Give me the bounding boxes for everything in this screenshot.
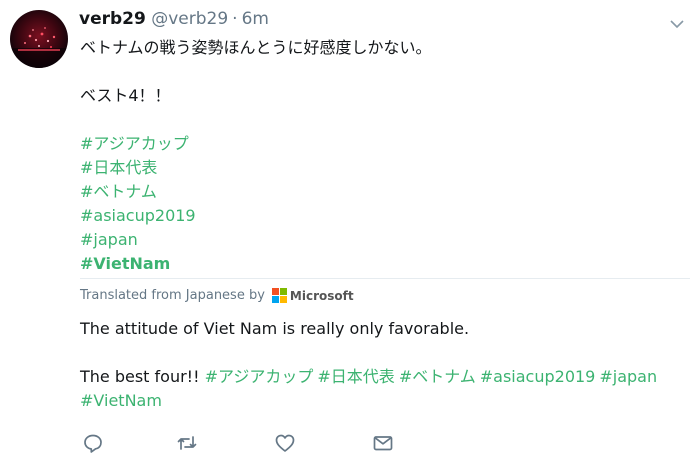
- divider: [80, 278, 690, 279]
- hashtag-link[interactable]: #asiacup2019: [80, 204, 680, 228]
- retweet-icon[interactable]: [176, 432, 198, 454]
- like-icon[interactable]: [274, 432, 296, 454]
- tweet-text: ベトナムの戦う姿勢ほんとうに好感度しかない。 ベスト4！！ #アジアカップ #日…: [80, 36, 680, 276]
- hashtag-link[interactable]: #ベトナム: [399, 367, 480, 386]
- hashtag-link[interactable]: #日本代表: [80, 156, 680, 180]
- dm-icon[interactable]: [372, 432, 394, 454]
- tweet-header: verb29 @verb29 · 6m: [79, 7, 269, 31]
- translation-attribution: Translated from Japanese by Microsoft: [80, 288, 354, 303]
- hashtag-link[interactable]: #japan: [599, 367, 661, 386]
- separator: ·: [232, 9, 238, 29]
- avatar[interactable]: [10, 10, 68, 68]
- hashtag-link[interactable]: #VietNam: [80, 389, 680, 413]
- reply-icon[interactable]: [82, 432, 104, 454]
- avatar-image: [10, 27, 68, 68]
- hashtag-link[interactable]: #アジアカップ: [80, 132, 680, 156]
- translated-label: Translated from Japanese by: [80, 288, 265, 303]
- hashtag-link[interactable]: #ベトナム: [80, 180, 680, 204]
- user-handle[interactable]: @verb29: [151, 9, 228, 29]
- translated-prefix: The best four!!: [80, 367, 200, 386]
- tweet-line: ベトナムの戦う姿勢ほんとうに好感度しかない。: [80, 38, 432, 57]
- timestamp[interactable]: 6m: [242, 9, 269, 29]
- chevron-down-icon[interactable]: [670, 14, 684, 29]
- hashtag-link[interactable]: #VietNam: [80, 252, 680, 276]
- microsoft-logo-icon: [271, 288, 287, 303]
- tweet-line: ベスト4！！: [80, 86, 171, 105]
- translated-line: The best four!! #アジアカップ #日本代表 #ベトナム #asiacu…: [80, 365, 680, 389]
- hashtag-link[interactable]: #asiacup2019: [480, 367, 600, 386]
- tweet-actions: [80, 432, 400, 456]
- display-name[interactable]: verb29: [79, 9, 146, 29]
- translated-text: The attitude of Viet Nam is really only …: [80, 317, 680, 413]
- translation-provider[interactable]: Microsoft: [290, 289, 354, 303]
- translated-line: The attitude of Viet Nam is really only …: [80, 319, 470, 338]
- hashtag-link[interactable]: #japan: [80, 228, 680, 252]
- hashtag-link[interactable]: #日本代表: [317, 367, 398, 386]
- hashtag-link[interactable]: #アジアカップ: [205, 367, 318, 386]
- tweet: verb29 @verb29 · 6m ベトナムの戦う姿勢ほんとうに好感度しかない。…: [0, 0, 700, 463]
